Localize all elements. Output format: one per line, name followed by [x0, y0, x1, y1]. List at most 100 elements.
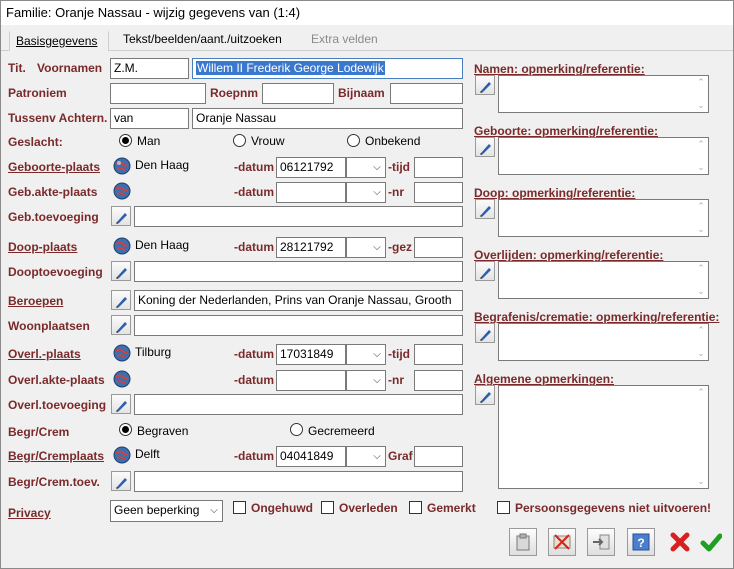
scroll-down-icon[interactable]: ⌄ — [696, 286, 706, 297]
birth-record-date-dropdown[interactable]: ⌵ — [346, 182, 386, 203]
scroll-up-icon[interactable]: ⌃ — [696, 201, 706, 212]
birth-date-input[interactable]: 06121792 — [276, 157, 346, 178]
scroll-up-icon[interactable]: ⌃ — [696, 77, 706, 88]
gender-man-radio[interactable] — [119, 134, 132, 147]
nickname-input[interactable] — [390, 83, 463, 104]
title-input[interactable]: Z.M. — [110, 58, 189, 79]
privacy-select[interactable]: Geen beperking ⌵ — [110, 500, 223, 522]
names-note-label: Namen: opmerking/referentie: — [474, 62, 645, 76]
scroll-up-icon[interactable]: ⌃ — [696, 263, 706, 274]
edit-death-note-button[interactable] — [475, 261, 495, 281]
edit-death-addition-button[interactable] — [111, 394, 131, 414]
ok-button[interactable] — [697, 528, 725, 556]
burial-addition-label: Begr/Crem.toev. — [8, 475, 100, 489]
clear-button[interactable] — [548, 528, 576, 556]
birth-record-nr-input[interactable] — [414, 182, 463, 203]
edit-residences-button[interactable] — [111, 315, 131, 335]
import-button[interactable] — [587, 528, 615, 556]
occupations-input[interactable]: Koning der Nederlanden, Prins van Oranje… — [134, 290, 463, 311]
death-date-dropdown[interactable]: ⌵ — [346, 344, 386, 365]
tab-tekst-beelden[interactable]: Tekst/beelden/aant./uitzoeken — [117, 30, 288, 51]
globe-icon[interactable] — [112, 181, 132, 201]
surname-input[interactable]: Oranje Nassau — [192, 108, 463, 129]
names-note-textarea[interactable]: ⌃ ⌄ — [498, 75, 709, 113]
scroll-up-icon[interactable]: ⌃ — [696, 325, 706, 336]
gender-onbekend-radio[interactable] — [347, 134, 360, 147]
chevron-down-icon: ⌵ — [373, 349, 381, 360]
geslacht-label: Geslacht: — [8, 135, 63, 149]
edit-general-note-button[interactable] — [475, 385, 495, 405]
tab-extra-velden[interactable]: Extra velden — [305, 30, 384, 51]
edit-burial-addition-button[interactable] — [111, 471, 131, 491]
baptism-addition-input[interactable] — [134, 261, 463, 282]
geboorte-plaats-label: Geboorte-plaats — [8, 160, 101, 174]
scroll-down-icon[interactable]: ⌄ — [696, 348, 706, 359]
help-button[interactable]: ? — [627, 528, 655, 556]
baptism-witness-input[interactable] — [414, 237, 463, 258]
globe-icon[interactable] — [112, 156, 132, 176]
death-date-input[interactable]: 17031849 — [276, 344, 346, 365]
edit-occupations-button[interactable] — [111, 290, 131, 310]
residences-input[interactable] — [134, 315, 463, 336]
gemerkt-checkbox[interactable] — [409, 501, 422, 514]
edit-birth-note-button[interactable] — [475, 137, 495, 157]
birth-date-qualifier-dropdown[interactable]: ⌵ — [346, 157, 386, 178]
scroll-down-icon[interactable]: ⌄ — [696, 224, 706, 235]
death-addition-input[interactable] — [134, 394, 463, 415]
scroll-up-icon[interactable]: ⌃ — [696, 387, 706, 398]
pencil-icon — [480, 268, 491, 279]
birth-time-input[interactable] — [414, 157, 463, 178]
privacy-selected-value: Geen beperking — [114, 503, 200, 517]
birth-note-label: Geboorte: opmerking/referentie: — [474, 124, 659, 138]
tab-basisgegevens[interactable]: Basisgegevens — [9, 30, 109, 52]
globe-icon[interactable] — [112, 236, 132, 256]
edit-names-note-button[interactable] — [475, 75, 495, 95]
cremation-radio[interactable] — [290, 423, 303, 436]
death-time-input[interactable] — [414, 344, 463, 365]
globe-icon[interactable] — [112, 369, 132, 389]
import-icon — [593, 534, 610, 550]
baptism-date-label: -datum — [234, 240, 274, 254]
general-note-textarea[interactable]: ⌃ ⌄ — [498, 385, 709, 489]
tit-label: Tit. — [8, 61, 26, 75]
gender-vrouw-radio[interactable] — [233, 134, 246, 147]
pencil-icon — [116, 213, 127, 224]
globe-icon[interactable] — [112, 343, 132, 363]
baptism-note-textarea[interactable]: ⌃ ⌄ — [498, 199, 709, 237]
burial-date-input[interactable]: 04041849 — [276, 446, 346, 467]
death-record-date-input[interactable] — [276, 370, 346, 391]
burial-note-textarea[interactable]: ⌃ ⌄ — [498, 323, 709, 361]
birth-addition-label: Geb.toevoeging — [8, 210, 99, 224]
overleden-checkbox[interactable] — [321, 501, 334, 514]
edit-birth-addition-button[interactable] — [111, 206, 131, 226]
roepnaam-input[interactable] — [262, 83, 334, 104]
burial-date-dropdown[interactable]: ⌵ — [346, 446, 386, 467]
death-record-nr-input[interactable] — [414, 370, 463, 391]
burial-radio[interactable] — [119, 423, 132, 436]
burial-addition-input[interactable] — [134, 471, 463, 492]
scroll-up-icon[interactable]: ⌃ — [696, 139, 706, 150]
globe-icon[interactable] — [112, 445, 132, 465]
prefix-input[interactable]: van — [110, 108, 189, 129]
edit-baptism-addition-button[interactable] — [111, 261, 131, 281]
burial-radio-label: Begraven — [137, 424, 189, 438]
scroll-down-icon[interactable]: ⌄ — [696, 476, 706, 487]
baptism-date-input[interactable]: 28121792 — [276, 237, 346, 258]
ongehuwd-checkbox[interactable] — [233, 501, 246, 514]
no-export-checkbox[interactable] — [497, 501, 510, 514]
first-names-input[interactable]: Willem II Frederik George Lodewijk — [192, 58, 463, 79]
clipboard-button[interactable] — [509, 528, 537, 556]
baptism-date-dropdown[interactable]: ⌵ — [346, 237, 386, 258]
scroll-down-icon[interactable]: ⌄ — [696, 100, 706, 111]
scroll-down-icon[interactable]: ⌄ — [696, 162, 706, 173]
birth-note-textarea[interactable]: ⌃ ⌄ — [498, 137, 709, 175]
edit-burial-note-button[interactable] — [475, 323, 495, 343]
birth-record-date-input[interactable] — [276, 182, 346, 203]
edit-baptism-note-button[interactable] — [475, 199, 495, 219]
death-note-textarea[interactable]: ⌃ ⌄ — [498, 261, 709, 299]
death-record-date-dropdown[interactable]: ⌵ — [346, 370, 386, 391]
cancel-button[interactable] — [666, 528, 694, 556]
grave-input[interactable] — [414, 446, 463, 467]
patronym-input[interactable] — [110, 83, 206, 104]
birth-addition-input[interactable] — [134, 206, 463, 227]
